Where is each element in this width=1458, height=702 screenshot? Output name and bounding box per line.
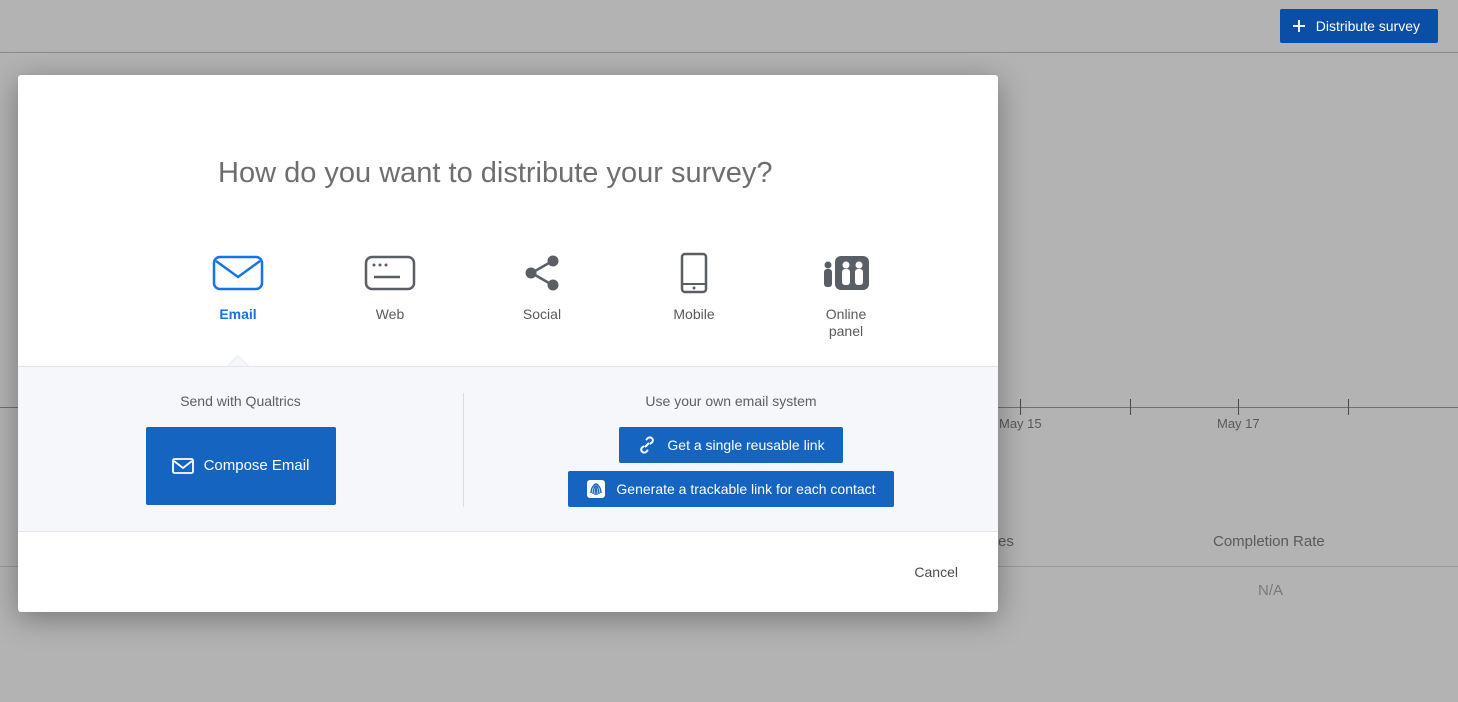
envelope-icon [172, 458, 194, 474]
distribute-survey-label: Distribute survey [1316, 18, 1420, 34]
single-reusable-link-button[interactable]: Get a single reusable link [619, 427, 842, 463]
email-icon [212, 254, 264, 292]
completion-rate-value: N/A [1258, 582, 1283, 599]
truncated-stat-label: es [998, 533, 1014, 550]
page-header: Distribute survey [0, 0, 1458, 53]
own-email-heading: Use your own email system [645, 393, 816, 409]
tab-web[interactable]: Web [360, 254, 420, 340]
fingerprint-icon [586, 479, 606, 499]
tab-label: Web [376, 306, 405, 323]
single-reusable-link-label: Get a single reusable link [667, 437, 824, 453]
completion-rate-label: Completion Rate [1213, 533, 1325, 550]
mobile-icon [680, 254, 708, 292]
modal-title: How do you want to distribute your surve… [18, 75, 998, 190]
tab-social[interactable]: Social [512, 254, 572, 340]
online-panel-icon [821, 254, 871, 292]
axis-tick [1020, 399, 1021, 415]
tab-email[interactable]: Email [208, 254, 268, 340]
tab-label: Mobile [673, 306, 714, 323]
distribute-survey-button[interactable]: Distribute survey [1280, 9, 1438, 43]
tab-mobile[interactable]: Mobile [664, 254, 724, 340]
trackable-link-button[interactable]: Generate a trackable link for each conta… [568, 471, 893, 507]
tab-online-panel[interactable]: Online panel [816, 254, 876, 340]
link-icon [637, 435, 657, 455]
trackable-link-label: Generate a trackable link for each conta… [616, 481, 875, 497]
plus-icon [1290, 17, 1308, 35]
email-options-panel: Send with Qualtrics Compose Email Use yo… [18, 366, 998, 532]
own-email-column: Use your own email system Get a single r… [463, 393, 998, 507]
modal-footer: Cancel [18, 532, 998, 612]
social-icon [522, 254, 562, 292]
compose-email-label: Compose Email [204, 457, 310, 474]
tab-label: Social [523, 306, 561, 323]
axis-tick-label: May 17 [1217, 416, 1260, 431]
distribution-tabs: Email Web [18, 190, 998, 366]
web-icon [364, 254, 416, 292]
axis-tick [1238, 399, 1239, 415]
distribute-modal: How do you want to distribute your surve… [18, 75, 998, 612]
compose-email-button[interactable]: Compose Email [146, 427, 336, 505]
axis-tick [1130, 399, 1131, 415]
send-with-qualtrics-heading: Send with Qualtrics [180, 393, 301, 409]
tab-label: Email [219, 306, 256, 323]
send-with-qualtrics-column: Send with Qualtrics Compose Email [18, 393, 463, 507]
tab-label: Online panel [811, 306, 881, 340]
axis-tick-label: May 15 [999, 416, 1042, 431]
axis-tick [1348, 399, 1349, 415]
cancel-button[interactable]: Cancel [914, 564, 958, 580]
